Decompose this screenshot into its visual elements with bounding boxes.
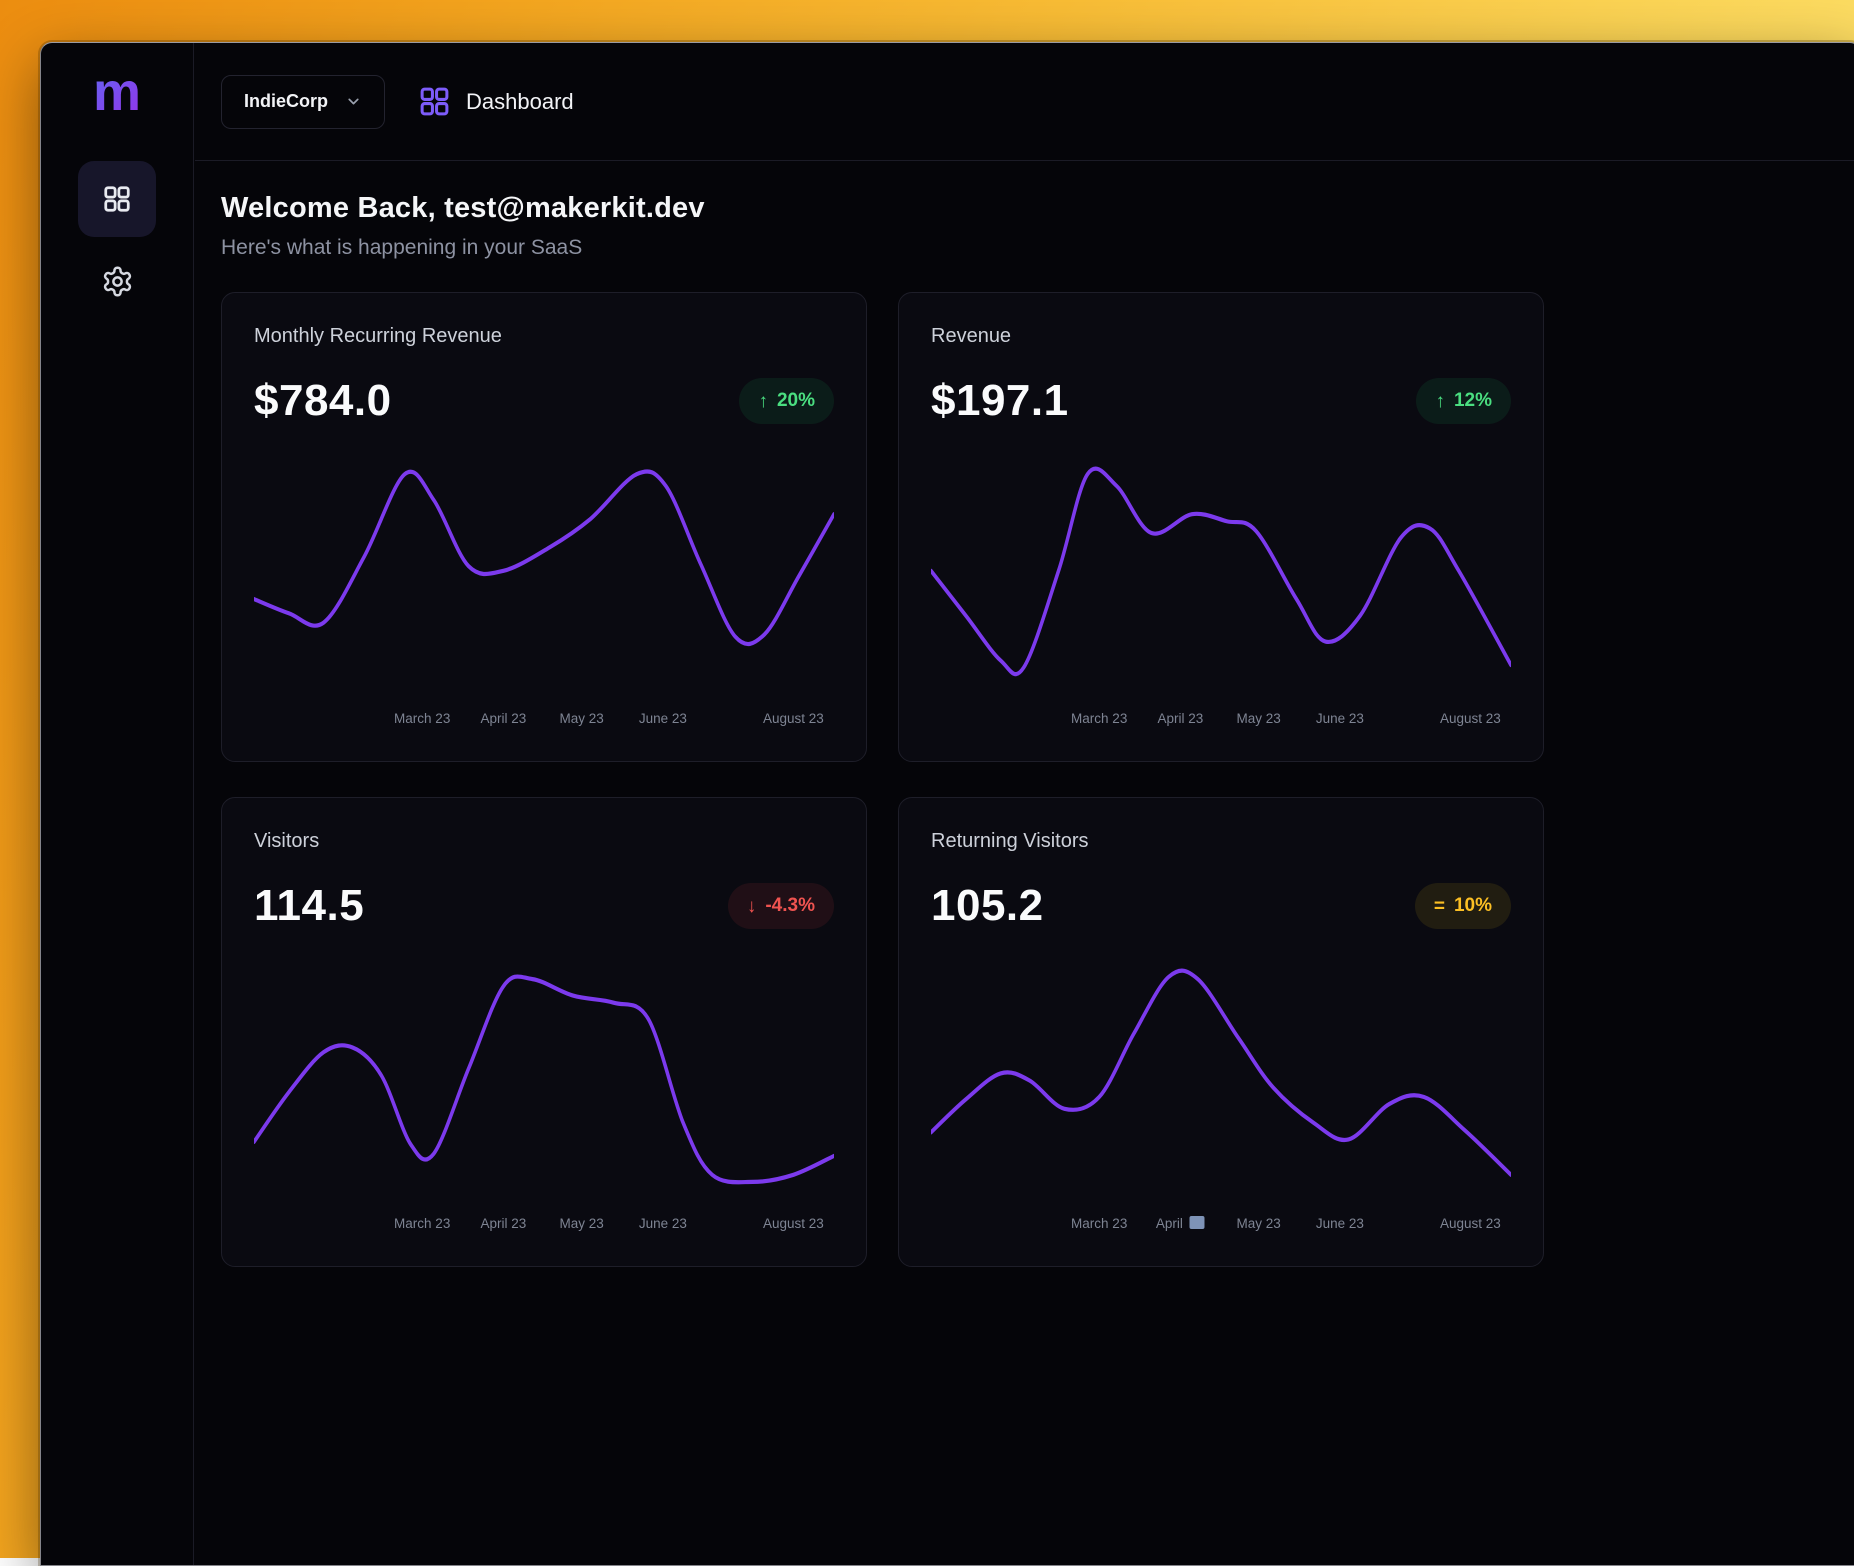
- chevron-down-icon: [345, 93, 362, 110]
- card-title: Monthly Recurring Revenue: [254, 325, 834, 348]
- x-axis-label: March 23: [394, 711, 450, 726]
- x-axis-label: August 23: [763, 1216, 824, 1231]
- card-value: 114.5: [254, 881, 364, 931]
- chart-line-series: [254, 976, 834, 1182]
- equals-icon: =: [1434, 897, 1445, 916]
- card-value: $197.1: [931, 376, 1069, 426]
- x-axis-labels: March 23 April May 23 June 23 August 23: [931, 1216, 1511, 1234]
- selection-marker: [1190, 1216, 1205, 1229]
- chart-line-series: [931, 971, 1511, 1175]
- page-title: Dashboard: [466, 89, 574, 115]
- top-bar: IndieCorp Dashboard: [195, 43, 1854, 161]
- trend-value: 10%: [1454, 895, 1492, 917]
- value-row: $197.1 ↑ 12%: [931, 376, 1511, 426]
- x-axis-label: April: [1156, 1216, 1205, 1231]
- card-value: $784.0: [254, 376, 392, 426]
- metrics-grid: Monthly Recurring Revenue $784.0 ↑ 20% M…: [221, 292, 1835, 1267]
- x-axis-label: August 23: [1440, 1216, 1501, 1231]
- x-axis-label: June 23: [1316, 711, 1364, 726]
- arrow-down-icon: ↓: [747, 897, 757, 916]
- x-axis-label: May 23: [1237, 1216, 1281, 1231]
- card-title: Returning Visitors: [931, 830, 1511, 853]
- card-title: Revenue: [931, 325, 1511, 348]
- trend-badge: ↑ 12%: [1416, 378, 1511, 424]
- sidebar-item-settings[interactable]: [101, 265, 134, 298]
- trend-value: 20%: [777, 390, 815, 412]
- makerkit-logo: m: [93, 65, 141, 119]
- x-axis-label: May 23: [560, 711, 604, 726]
- x-axis-label: March 23: [1071, 1216, 1127, 1231]
- card-title: Visitors: [254, 830, 834, 853]
- x-axis-label: May 23: [560, 1216, 604, 1231]
- app-window: m IndieCorp: [40, 42, 1854, 1566]
- arrow-up-icon: ↑: [1435, 392, 1445, 411]
- x-axis-label: April 23: [481, 1216, 527, 1231]
- value-row: $784.0 ↑ 20%: [254, 376, 834, 426]
- trend-value: 12%: [1454, 390, 1492, 412]
- arrow-up-icon: ↑: [758, 392, 768, 411]
- x-axis-labels: March 23 April 23 May 23 June 23 August 23: [254, 1216, 834, 1234]
- welcome-heading: Welcome Back, test@makerkit.dev: [221, 192, 1835, 225]
- line-chart: [931, 448, 1511, 703]
- x-axis-label: March 23: [394, 1216, 450, 1231]
- dashboard-grid-icon: [418, 85, 451, 118]
- x-axis-label: June 23: [1316, 1216, 1364, 1231]
- sidebar: m: [41, 43, 194, 1565]
- x-axis-label: April 23: [481, 711, 527, 726]
- x-axis-label: March 23: [1071, 711, 1127, 726]
- x-axis-label: June 23: [639, 711, 687, 726]
- metric-card-returning-visitors: Returning Visitors 105.2 = 10% March 23 A…: [898, 797, 1544, 1267]
- x-axis-labels: March 23 April 23 May 23 June 23 August 23: [931, 711, 1511, 729]
- chart-line-series: [254, 471, 834, 644]
- welcome-subtitle: Here's what is happening in your SaaS: [221, 236, 1835, 260]
- x-axis-label: June 23: [639, 1216, 687, 1231]
- metric-card-visitors: Visitors 114.5 ↓ -4.3% March 23April 23M…: [221, 797, 867, 1267]
- line-chart: [254, 448, 834, 703]
- trend-value: -4.3%: [765, 895, 815, 917]
- trend-badge: ↓ -4.3%: [728, 883, 834, 929]
- x-axis-label: August 23: [763, 711, 824, 726]
- x-axis-label: April 23: [1158, 711, 1204, 726]
- x-axis-labels: March 23 April 23 May 23 June 23 August 23: [254, 711, 834, 729]
- x-axis-label: August 23: [1440, 711, 1501, 726]
- workspace-name: IndieCorp: [244, 91, 328, 112]
- workspace-selector-button[interactable]: IndieCorp: [221, 75, 385, 129]
- sidebar-item-dashboard[interactable]: [78, 161, 156, 237]
- line-chart: [254, 953, 834, 1208]
- value-row: 105.2 = 10%: [931, 881, 1511, 931]
- chart-line-series: [931, 469, 1511, 675]
- card-value: 105.2: [931, 881, 1044, 931]
- metric-card-revenue: Revenue $197.1 ↑ 12% March 23 April 23 May…: [898, 292, 1544, 762]
- gear-icon: [101, 265, 134, 298]
- dashboard-grid-icon: [102, 184, 132, 214]
- trend-badge: = 10%: [1415, 883, 1511, 929]
- x-axis-label: May 23: [1237, 711, 1281, 726]
- main-content: Welcome Back, test@makerkit.dev Here's w…: [195, 162, 1854, 1565]
- line-chart: [931, 953, 1511, 1208]
- metric-card-mrr: Monthly Recurring Revenue $784.0 ↑ 20% M…: [221, 292, 867, 762]
- value-row: 114.5 ↓ -4.3%: [254, 881, 834, 931]
- breadcrumb: Dashboard: [418, 85, 574, 118]
- trend-badge: ↑ 20%: [739, 378, 834, 424]
